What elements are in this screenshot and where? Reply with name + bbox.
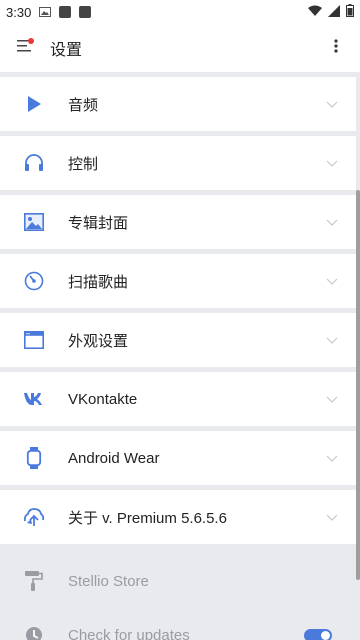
chevron-down-icon bbox=[308, 455, 356, 462]
settings-item-scan-songs[interactable]: 扫描歌曲 bbox=[0, 254, 356, 308]
app-bar: 设置 bbox=[0, 24, 360, 72]
settings-item-label: 控制 bbox=[68, 155, 99, 173]
settings-item-about[interactable]: 关于 v. Premium 5.6.5.6 bbox=[0, 490, 356, 544]
window-icon bbox=[0, 331, 68, 349]
page-title: 设置 bbox=[50, 42, 83, 59]
check-updates-label: Check for updates bbox=[68, 626, 190, 640]
play-icon bbox=[0, 96, 68, 112]
settings-item-label: VKontakte bbox=[68, 390, 138, 408]
status-bar: 3:30 bbox=[0, 0, 360, 24]
more-options-button[interactable] bbox=[312, 24, 360, 72]
menu-button[interactable] bbox=[0, 24, 50, 72]
status-time: 3:30 bbox=[6, 4, 32, 20]
more-vert-icon bbox=[334, 38, 338, 58]
settings-item-label: Android Wear bbox=[68, 449, 160, 467]
scan-icon bbox=[0, 271, 68, 291]
chevron-down-icon bbox=[308, 514, 356, 521]
signal-icon bbox=[328, 4, 340, 20]
chevron-down-icon bbox=[308, 101, 356, 108]
app-notification-icon-2 bbox=[79, 6, 92, 18]
watch-icon bbox=[0, 447, 68, 469]
settings-item-label: 外观设置 bbox=[68, 332, 129, 350]
settings-item-vkontakte[interactable]: VKontakte bbox=[0, 372, 356, 426]
wifi-icon bbox=[308, 5, 322, 20]
notification-dot bbox=[28, 38, 34, 44]
vk-icon bbox=[0, 392, 68, 406]
chevron-down-icon bbox=[308, 396, 356, 403]
scrollbar[interactable] bbox=[356, 190, 360, 580]
app-notification-icon bbox=[59, 6, 72, 18]
chevron-down-icon bbox=[308, 337, 356, 344]
settings-item-label: 扫描歌曲 bbox=[68, 273, 129, 291]
settings-item-android-wear[interactable]: Android Wear bbox=[0, 431, 356, 485]
stellio-store-item[interactable]: Stellio Store bbox=[0, 554, 356, 608]
battery-icon bbox=[346, 4, 354, 20]
settings-item-appearance[interactable]: 外观设置 bbox=[0, 313, 356, 367]
settings-list: 音频 控制 专辑封面 扫描歌曲 外观设置 VKontakte Android W… bbox=[0, 72, 356, 640]
check-updates-item[interactable]: Check for updates bbox=[0, 608, 356, 640]
chevron-down-icon bbox=[308, 219, 356, 226]
headphones-icon bbox=[0, 154, 68, 172]
paint-roller-icon bbox=[0, 570, 68, 592]
image-notification-icon bbox=[39, 6, 52, 18]
stellio-store-label: Stellio Store bbox=[68, 572, 149, 590]
settings-item-controls[interactable]: 控制 bbox=[0, 136, 356, 190]
about-icon bbox=[0, 507, 68, 527]
chevron-down-icon bbox=[308, 278, 356, 285]
check-updates-toggle[interactable] bbox=[304, 628, 332, 640]
update-icon bbox=[0, 625, 68, 640]
image-icon bbox=[0, 213, 68, 231]
settings-item-label: 音频 bbox=[68, 96, 99, 114]
settings-item-label: 关于 v. Premium 5.6.5.6 bbox=[68, 509, 227, 527]
settings-item-album-art[interactable]: 专辑封面 bbox=[0, 195, 356, 249]
settings-item-audio[interactable]: 音频 bbox=[0, 77, 356, 131]
settings-item-label: 专辑封面 bbox=[68, 214, 129, 232]
chevron-down-icon bbox=[308, 160, 356, 167]
